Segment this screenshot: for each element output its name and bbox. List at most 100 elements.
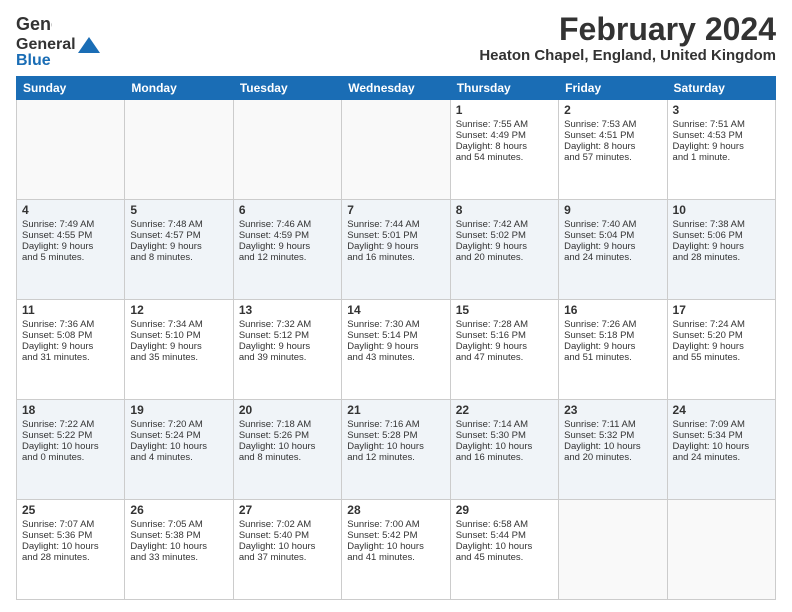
header-cell-tuesday: Tuesday — [233, 77, 341, 100]
day-info: Sunrise: 7:32 AM — [239, 319, 336, 330]
day-cell: 29Sunrise: 6:58 AMSunset: 5:44 PMDayligh… — [450, 500, 558, 600]
day-info: and 16 minutes. — [347, 252, 444, 263]
day-info: and 54 minutes. — [456, 152, 553, 163]
day-cell: 13Sunrise: 7:32 AMSunset: 5:12 PMDayligh… — [233, 300, 341, 400]
day-info: and 8 minutes. — [130, 252, 227, 263]
day-info: and 12 minutes. — [347, 452, 444, 463]
day-number: 23 — [564, 403, 661, 417]
day-info: and 12 minutes. — [239, 252, 336, 263]
day-info: and 28 minutes. — [673, 252, 770, 263]
day-cell — [125, 100, 233, 200]
day-info: Daylight: 10 hours — [239, 541, 336, 552]
header: General General Blue February 2024 Heato… — [16, 12, 776, 70]
day-info: Sunrise: 7:11 AM — [564, 419, 661, 430]
day-info: Sunrise: 7:22 AM — [22, 419, 119, 430]
day-info: Sunset: 5:04 PM — [564, 230, 661, 241]
day-info: Sunset: 5:28 PM — [347, 430, 444, 441]
day-cell: 11Sunrise: 7:36 AMSunset: 5:08 PMDayligh… — [17, 300, 125, 400]
day-info: Sunset: 5:14 PM — [347, 330, 444, 341]
day-info: Sunrise: 6:58 AM — [456, 519, 553, 530]
day-cell: 12Sunrise: 7:34 AMSunset: 5:10 PMDayligh… — [125, 300, 233, 400]
day-info: Sunset: 5:22 PM — [22, 430, 119, 441]
day-info: Daylight: 10 hours — [130, 541, 227, 552]
day-number: 15 — [456, 303, 553, 317]
day-info: Sunset: 5:44 PM — [456, 530, 553, 541]
header-cell-monday: Monday — [125, 77, 233, 100]
day-number: 28 — [347, 503, 444, 517]
logo[interactable]: General General Blue — [16, 12, 102, 70]
day-info: Daylight: 10 hours — [456, 441, 553, 452]
day-info: and 8 minutes. — [239, 452, 336, 463]
day-number: 3 — [673, 103, 770, 117]
logo-triangle-icon — [78, 37, 100, 53]
day-cell: 21Sunrise: 7:16 AMSunset: 5:28 PMDayligh… — [342, 400, 450, 500]
day-info: and 24 minutes. — [564, 252, 661, 263]
day-info: and 35 minutes. — [130, 352, 227, 363]
day-info: Daylight: 10 hours — [22, 441, 119, 452]
day-number: 21 — [347, 403, 444, 417]
day-info: Daylight: 8 hours — [564, 141, 661, 152]
week-row-4: 18Sunrise: 7:22 AMSunset: 5:22 PMDayligh… — [17, 400, 776, 500]
day-info: and 0 minutes. — [22, 452, 119, 463]
day-cell: 22Sunrise: 7:14 AMSunset: 5:30 PMDayligh… — [450, 400, 558, 500]
day-info: Sunset: 4:53 PM — [673, 130, 770, 141]
day-info: and 43 minutes. — [347, 352, 444, 363]
day-info: Daylight: 10 hours — [22, 541, 119, 552]
day-info: Daylight: 9 hours — [347, 241, 444, 252]
location: Heaton Chapel, England, United Kingdom — [479, 47, 776, 64]
week-row-1: 1Sunrise: 7:55 AMSunset: 4:49 PMDaylight… — [17, 100, 776, 200]
day-info: Sunrise: 7:14 AM — [456, 419, 553, 430]
day-info: Sunrise: 7:30 AM — [347, 319, 444, 330]
day-info: Sunrise: 7:05 AM — [130, 519, 227, 530]
day-info: and 33 minutes. — [130, 552, 227, 563]
day-info: Sunset: 5:30 PM — [456, 430, 553, 441]
day-info: Sunrise: 7:00 AM — [347, 519, 444, 530]
day-cell: 28Sunrise: 7:00 AMSunset: 5:42 PMDayligh… — [342, 500, 450, 600]
day-info: Daylight: 10 hours — [347, 541, 444, 552]
day-cell: 26Sunrise: 7:05 AMSunset: 5:38 PMDayligh… — [125, 500, 233, 600]
week-row-2: 4Sunrise: 7:49 AMSunset: 4:55 PMDaylight… — [17, 200, 776, 300]
day-number: 9 — [564, 203, 661, 217]
day-number: 5 — [130, 203, 227, 217]
day-cell: 2Sunrise: 7:53 AMSunset: 4:51 PMDaylight… — [559, 100, 667, 200]
day-info: Sunrise: 7:28 AM — [456, 319, 553, 330]
logo-blue: Blue — [16, 52, 51, 70]
day-cell: 3Sunrise: 7:51 AMSunset: 4:53 PMDaylight… — [667, 100, 775, 200]
svg-text:General: General — [16, 14, 52, 34]
day-info: and 45 minutes. — [456, 552, 553, 563]
day-info: Sunset: 5:36 PM — [22, 530, 119, 541]
day-info: Sunset: 5:08 PM — [22, 330, 119, 341]
day-info: Daylight: 10 hours — [347, 441, 444, 452]
day-number: 16 — [564, 303, 661, 317]
day-info: Daylight: 9 hours — [130, 241, 227, 252]
day-number: 2 — [564, 103, 661, 117]
day-cell: 18Sunrise: 7:22 AMSunset: 5:22 PMDayligh… — [17, 400, 125, 500]
calendar-page: General General Blue February 2024 Heato… — [0, 0, 792, 612]
day-info: and 20 minutes. — [564, 452, 661, 463]
day-number: 4 — [22, 203, 119, 217]
day-number: 29 — [456, 503, 553, 517]
day-info: and 37 minutes. — [239, 552, 336, 563]
calendar-table: SundayMondayTuesdayWednesdayThursdayFrid… — [16, 76, 776, 600]
day-info: Sunrise: 7:18 AM — [239, 419, 336, 430]
header-cell-saturday: Saturday — [667, 77, 775, 100]
day-info: Sunset: 5:34 PM — [673, 430, 770, 441]
day-info: and 57 minutes. — [564, 152, 661, 163]
month-title: February 2024 — [479, 12, 776, 47]
day-info: Sunset: 4:55 PM — [22, 230, 119, 241]
day-info: and 55 minutes. — [673, 352, 770, 363]
day-info: Sunrise: 7:51 AM — [673, 119, 770, 130]
day-cell: 4Sunrise: 7:49 AMSunset: 4:55 PMDaylight… — [17, 200, 125, 300]
day-cell: 24Sunrise: 7:09 AMSunset: 5:34 PMDayligh… — [667, 400, 775, 500]
day-info: Daylight: 9 hours — [239, 341, 336, 352]
day-info: and 28 minutes. — [22, 552, 119, 563]
day-info: Sunrise: 7:09 AM — [673, 419, 770, 430]
day-info: and 51 minutes. — [564, 352, 661, 363]
day-info: Sunset: 5:26 PM — [239, 430, 336, 441]
day-info: Sunset: 5:40 PM — [239, 530, 336, 541]
week-row-3: 11Sunrise: 7:36 AMSunset: 5:08 PMDayligh… — [17, 300, 776, 400]
day-info: Daylight: 9 hours — [22, 241, 119, 252]
day-info: Sunrise: 7:34 AM — [130, 319, 227, 330]
day-cell: 7Sunrise: 7:44 AMSunset: 5:01 PMDaylight… — [342, 200, 450, 300]
day-info: Daylight: 10 hours — [673, 441, 770, 452]
